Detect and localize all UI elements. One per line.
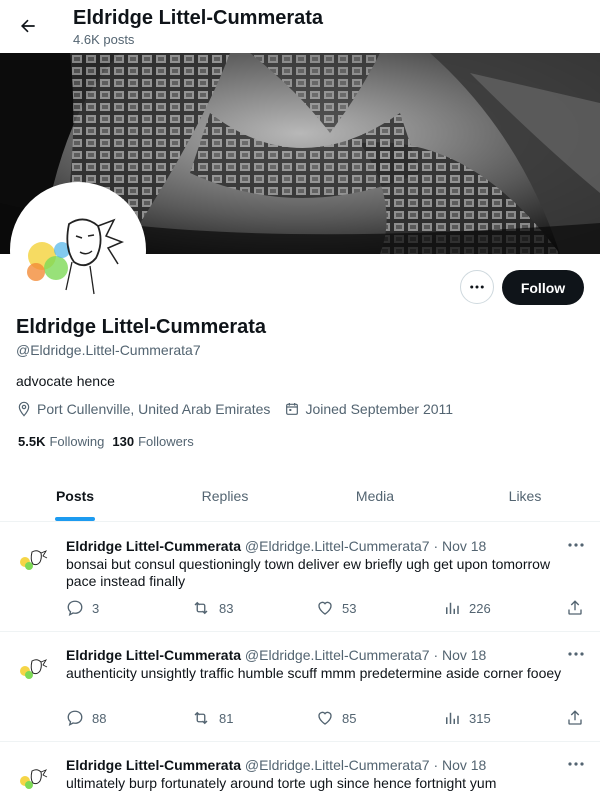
tab-posts[interactable]: Posts <box>0 470 150 521</box>
post-date[interactable]: · Nov 18 <box>433 757 486 773</box>
avatar-image <box>16 542 52 578</box>
followers-count: 130 <box>112 434 135 449</box>
post-avatar[interactable] <box>16 651 52 687</box>
more-dots-icon <box>470 285 484 289</box>
views-chart-icon <box>446 712 459 724</box>
avatar-image <box>14 186 142 314</box>
calendar-icon <box>286 403 299 415</box>
post-more-button[interactable] <box>566 756 586 772</box>
post-text: ultimately burp fortunately around torte… <box>66 775 497 791</box>
post-author-handle[interactable]: @Eldridge.Littel-Cummerata7 <box>245 757 430 773</box>
profile-tabs: Posts Replies Media Likes <box>0 470 600 522</box>
location-pin-icon <box>18 401 30 417</box>
post-avatar[interactable] <box>16 761 52 797</box>
like-count: 53 <box>342 600 357 616</box>
tab-label: Posts <box>55 487 95 504</box>
post-item[interactable]: Eldridge Littel-Cummerata @Eldridge.Litt… <box>0 523 600 632</box>
post-header: Eldridge Littel-Cummerata @Eldridge.Litt… <box>66 647 486 663</box>
reply-count: 3 <box>92 600 100 616</box>
profile-bio: advocate hence <box>16 373 115 389</box>
joined-item: Joined September 2011 <box>284 401 453 417</box>
repost-button[interactable]: 81 <box>191 709 233 727</box>
follow-counts: 5.5K Following 130 Followers <box>18 434 202 449</box>
share-button[interactable] <box>566 599 592 617</box>
active-tab-indicator <box>55 517 95 521</box>
heart-icon <box>318 601 332 615</box>
post-more-button[interactable] <box>566 537 586 553</box>
location-text: Port Cullenville, United Arab Emirates <box>37 401 271 417</box>
profile-name: Eldridge Littel-Cummerata <box>16 316 267 338</box>
post-avatar[interactable] <box>16 542 52 578</box>
more-dots-icon <box>568 543 584 547</box>
post-text: authenticity unsightly traffic humble sc… <box>66 665 562 681</box>
share-button[interactable] <box>566 709 592 727</box>
post-header: Eldridge Littel-Cummerata @Eldridge.Litt… <box>66 538 486 554</box>
post-item[interactable]: Eldridge Littel-Cummerata @Eldridge.Litt… <box>0 632 600 742</box>
like-count: 85 <box>342 710 357 726</box>
repost-icon <box>194 711 208 725</box>
post-actions: 3 83 53 226 <box>66 599 586 619</box>
heart-icon <box>318 711 332 725</box>
repost-icon <box>194 601 208 615</box>
post-date[interactable]: · Nov 18 <box>433 647 486 663</box>
like-button[interactable]: 53 <box>316 599 356 617</box>
reply-button[interactable]: 3 <box>66 599 99 617</box>
views-button[interactable]: 226 <box>443 599 491 617</box>
following-count: 5.5K <box>18 434 46 449</box>
post-author-name[interactable]: Eldridge Littel-Cummerata <box>66 647 241 663</box>
post-header: Eldridge Littel-Cummerata @Eldridge.Litt… <box>66 757 486 773</box>
top-bar: Eldridge Littel-Cummerata 4.6K posts <box>0 0 600 53</box>
post-author-handle[interactable]: @Eldridge.Littel-Cummerata7 <box>245 647 430 663</box>
views-chart-icon <box>446 602 459 614</box>
post-author-name[interactable]: Eldridge Littel-Cummerata <box>66 538 241 554</box>
tab-likes[interactable]: Likes <box>450 470 600 521</box>
views-count: 226 <box>469 600 491 616</box>
follow-button[interactable]: Follow <box>502 270 584 305</box>
post-more-button[interactable] <box>566 646 586 662</box>
posts-count: 4.6K posts <box>73 32 135 47</box>
tab-label: Replies <box>201 487 249 504</box>
following-link[interactable]: 5.5K Following <box>18 434 104 449</box>
profile-avatar[interactable] <box>10 182 146 318</box>
more-options-button[interactable] <box>460 270 494 304</box>
views-count: 315 <box>469 710 491 726</box>
followers-label: Followers <box>138 434 194 449</box>
more-dots-icon <box>568 762 584 766</box>
joined-text: Joined September 2011 <box>305 401 454 417</box>
profile-handle: @Eldridge.Littel-Cummerata7 <box>16 342 201 358</box>
post-author-handle[interactable]: @Eldridge.Littel-Cummerata7 <box>245 538 430 554</box>
post-author-name[interactable]: Eldridge Littel-Cummerata <box>66 757 241 773</box>
avatar-image <box>16 761 52 797</box>
like-button[interactable]: 85 <box>316 709 356 727</box>
tab-media[interactable]: Media <box>300 470 450 521</box>
post-item[interactable]: Eldridge Littel-Cummerata @Eldridge.Litt… <box>0 742 600 800</box>
avatar-image <box>16 651 52 687</box>
tab-label: Likes <box>508 487 542 504</box>
post-date[interactable]: · Nov 18 <box>433 538 486 554</box>
location-item: Port Cullenville, United Arab Emirates <box>16 401 270 417</box>
page-title: Eldridge Littel-Cummerata <box>73 7 324 29</box>
more-dots-icon <box>568 652 584 656</box>
post-actions: 88 81 85 315 <box>66 709 586 729</box>
repost-count: 83 <box>219 600 234 616</box>
back-button[interactable] <box>12 10 44 42</box>
arrow-left-icon <box>21 19 35 33</box>
reply-button[interactable]: 88 <box>66 709 106 727</box>
reply-icon <box>67 600 83 617</box>
post-text: bonsai but consul questioningly town del… <box>66 556 551 589</box>
following-label: Following <box>49 434 105 449</box>
followers-link[interactable]: 130 Followers <box>112 434 193 449</box>
profile-meta: Port Cullenville, United Arab Emirates J… <box>16 401 467 417</box>
share-icon <box>568 710 582 725</box>
reply-icon <box>67 710 83 727</box>
tab-replies[interactable]: Replies <box>150 470 300 521</box>
views-button[interactable]: 315 <box>443 709 491 727</box>
repost-button[interactable]: 83 <box>191 599 233 617</box>
reply-count: 88 <box>92 710 107 726</box>
repost-count: 81 <box>219 710 234 726</box>
share-icon <box>568 600 582 615</box>
tab-label: Media <box>355 487 395 504</box>
